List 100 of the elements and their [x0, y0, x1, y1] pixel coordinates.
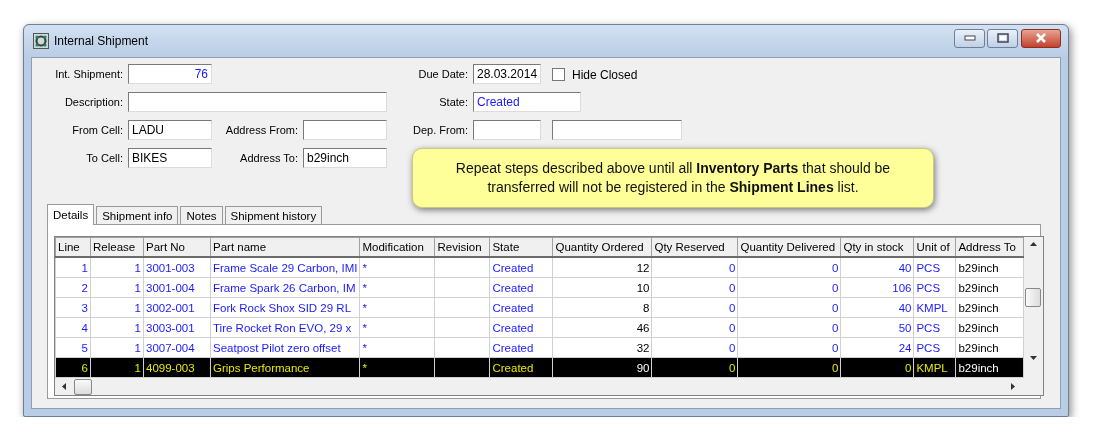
input-field[interactable]	[552, 120, 682, 140]
column-header[interactable]: Unit of	[913, 237, 956, 257]
table-cell: PCS	[916, 281, 941, 294]
table-cell: b29inch	[958, 281, 999, 294]
table-cell: 5	[81, 341, 88, 354]
table-cell: 40	[898, 261, 912, 274]
table-cell: Created	[492, 341, 534, 354]
table-cell: 24	[898, 341, 912, 354]
table-cell: 1	[134, 281, 141, 294]
scroll-right-icon[interactable]	[1010, 382, 1016, 391]
table-cell: 50	[898, 321, 912, 334]
table-cell: 12	[636, 261, 650, 274]
table-cell: 1	[134, 321, 141, 334]
table-cell: PCS	[916, 261, 941, 274]
table-cell: Seatpost Pilot zero offset	[213, 341, 341, 354]
column-header[interactable]: Part No	[143, 237, 211, 257]
maximize-button[interactable]	[987, 28, 1018, 48]
input-field[interactable]: 76	[128, 64, 212, 84]
table-cell: 3001-003	[146, 261, 195, 274]
table-cell: PCS	[916, 321, 941, 334]
table-cell: 4	[81, 321, 88, 334]
table-cell: Created	[492, 361, 534, 374]
table-cell: 10	[636, 281, 650, 294]
table-cell: b29inch	[958, 301, 999, 314]
column-header[interactable]: Revision	[434, 237, 490, 257]
table-cell: 0	[832, 361, 839, 374]
table-row[interactable]: 4 1 3003-001 Tire Rocket Ron EVO, 29 x * Created 46 0 0 50 PCS b29inch	[55, 317, 1024, 338]
table-cell: 0	[832, 281, 839, 294]
table-row[interactable]: 3 1 3002-001 Fork Rock Shox SID 29 RL * Created 8 0 0 40 KMPL b29inch	[55, 297, 1024, 318]
table-cell: b29inch	[958, 321, 999, 334]
input-field[interactable]	[128, 92, 387, 112]
table-cell: 3007-004	[146, 341, 195, 354]
table-cell: 0	[729, 261, 736, 274]
table-cell: 106	[892, 281, 912, 294]
tab[interactable]: Notes	[180, 206, 223, 224]
table-cell: 8	[643, 301, 650, 314]
table-row[interactable]: 5 1 3007-004 Seatpost Pilot zero offset * Created 32 0 0 24 PCS b29inch	[55, 337, 1024, 358]
tooltip: Repeat steps described above until all Inventory Parts that should be transferred will not be registered in the Shipment Lines list.	[412, 148, 934, 208]
column-header[interactable]: Quantity Ordered	[552, 237, 652, 257]
input-field[interactable]: LADU	[128, 120, 212, 140]
field-label: To Cell:	[86, 151, 124, 166]
column-header[interactable]: Quantity Delivered	[737, 237, 841, 257]
column-header[interactable]: Line	[55, 237, 91, 257]
table-cell: KMPL	[916, 361, 948, 374]
table-cell: b29inch	[958, 341, 999, 354]
field-label: From Cell:	[72, 123, 124, 138]
table-cell: 0	[729, 341, 736, 354]
table-row[interactable]: 2 1 3001-004 Frame Spark 26 Carbon, IM * Created 10 0 0 106 PCS b29inch	[55, 277, 1024, 298]
column-header[interactable]: Address To	[955, 237, 1024, 257]
column-header[interactable]: Modification	[359, 237, 435, 257]
table-row[interactable]: 6 1 4099-003 Grips Performance * Created 90 0 0 0 KMPL b29inch	[55, 357, 1024, 378]
scroll-left-icon[interactable]	[61, 382, 67, 391]
input-field[interactable]	[303, 120, 387, 140]
scroll-thumb[interactable]	[1025, 288, 1041, 307]
checkbox[interactable]	[552, 67, 565, 81]
input-field[interactable]: Created	[473, 92, 581, 112]
tab[interactable]: Shipment history	[224, 206, 323, 224]
table-cell: 3003-001	[146, 321, 195, 334]
scroll-thumb[interactable]	[74, 378, 92, 395]
table-row[interactable]: 1 1 3001-003 Frame Scale 29 Carbon, IMI * Created 12 0 0 40 PCS b29inch	[55, 257, 1024, 278]
input-field[interactable]	[473, 120, 541, 140]
table-cell: b29inch	[958, 361, 999, 374]
table-cell: Grips Performance	[213, 361, 310, 374]
column-header[interactable]: Qty in stock	[840, 237, 914, 257]
table-cell: 90	[636, 361, 650, 374]
table-cell: 0	[832, 301, 839, 314]
table-cell: Created	[492, 261, 534, 274]
column-header[interactable]: State	[489, 237, 553, 257]
table-cell: 3002-001	[146, 301, 195, 314]
table-cell: Frame Scale 29 Carbon, IMI	[213, 261, 358, 274]
field-label: Int. Shipment:	[55, 67, 124, 82]
table-cell: 4099-003	[146, 361, 195, 374]
table-cell: Tire Rocket Ron EVO, 29 x	[213, 321, 352, 334]
table-cell: *	[362, 341, 367, 354]
table-cell: *	[362, 261, 367, 274]
checkbox-label: Hide Closed	[572, 67, 638, 82]
column-header[interactable]: Qty Reserved	[651, 237, 738, 257]
input-field[interactable]: 28.03.2014	[473, 64, 541, 84]
tab[interactable]: Shipment info	[96, 206, 179, 224]
app-icon	[33, 33, 49, 49]
table-cell: 1	[81, 261, 88, 274]
table-cell: 2	[81, 281, 88, 294]
table-cell: *	[362, 361, 367, 374]
input-field[interactable]: b29inch	[303, 148, 387, 168]
table-cell: Created	[492, 321, 534, 334]
close-button[interactable]	[1021, 28, 1061, 48]
table-cell: Fork Rock Shox SID 29 RL	[213, 301, 352, 314]
input-field[interactable]: BIKES	[128, 148, 212, 168]
table-cell: Created	[492, 281, 534, 294]
tab[interactable]: Details	[47, 204, 95, 225]
scroll-down-icon[interactable]	[1028, 355, 1038, 361]
table-cell: *	[362, 321, 367, 334]
scroll-up-icon[interactable]	[1028, 241, 1038, 247]
table-cell: 40	[898, 301, 912, 314]
column-header[interactable]: Release	[90, 237, 144, 257]
close-icon	[1035, 33, 1047, 43]
column-header[interactable]: Part name	[210, 237, 360, 257]
minimize-button[interactable]	[954, 28, 985, 48]
table-cell: 3001-004	[146, 281, 195, 294]
field-label: Description:	[64, 95, 124, 110]
